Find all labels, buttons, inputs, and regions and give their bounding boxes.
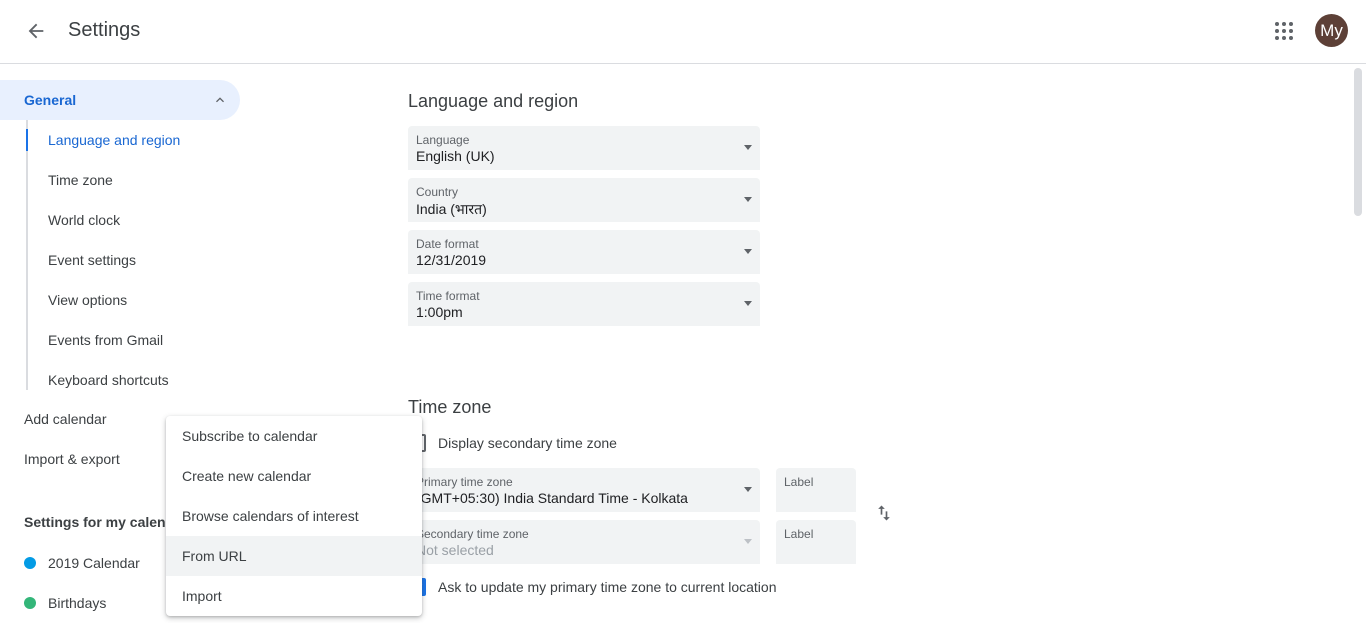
sidebar-item-events-from-gmail[interactable]: Events from Gmail	[48, 320, 163, 360]
general-subnav: Language and region Time zone World cloc…	[26, 120, 246, 390]
checkbox-label: Ask to update my primary time zone to cu…	[438, 579, 777, 595]
scrollbar-thumb[interactable]	[1354, 68, 1362, 216]
dropdown-arrow-icon	[744, 301, 752, 306]
dropdown-arrow-icon	[744, 539, 752, 544]
field-label: Label	[784, 527, 814, 541]
sidebar-item-add-calendar[interactable]: Add calendar	[24, 399, 107, 439]
field-label: Time format	[416, 289, 480, 303]
sidebar-item-world-clock[interactable]: World clock	[48, 200, 120, 240]
field-value: 1:00pm	[416, 304, 463, 320]
calendar-color-dot	[24, 597, 36, 609]
field-value: Not selected	[416, 542, 494, 558]
arrow-back-icon	[28, 23, 44, 39]
sidebar-item-event-settings[interactable]: Event settings	[48, 240, 136, 280]
date-format-select[interactable]: Date format 12/31/2019	[408, 230, 760, 274]
swap-time-zones-button[interactable]	[872, 501, 896, 525]
sidebar-item-view-options[interactable]: View options	[48, 280, 127, 320]
menu-item-subscribe[interactable]: Subscribe to calendar	[166, 416, 422, 456]
field-value: India (भारत)	[416, 201, 487, 217]
sidebar-item-language-region[interactable]: Language and region	[26, 120, 181, 160]
sidebar-item-general[interactable]: General	[0, 80, 240, 120]
dropdown-arrow-icon	[744, 249, 752, 254]
language-select[interactable]: Language English (UK)	[408, 126, 760, 170]
field-label: Date format	[416, 237, 479, 251]
time-format-select[interactable]: Time format 1:00pm	[408, 282, 760, 326]
sidebar-item-import-export[interactable]: Import & export	[24, 439, 120, 479]
menu-item-browse[interactable]: Browse calendars of interest	[166, 496, 422, 536]
dropdown-arrow-icon	[744, 197, 752, 202]
calendar-label: Birthdays	[48, 595, 107, 611]
apps-grid-icon	[1275, 22, 1293, 40]
field-label: Language	[416, 133, 470, 147]
add-calendar-menu: Subscribe to calendar Create new calenda…	[166, 416, 422, 616]
field-value: (GMT+05:30) India Standard Time - Kolkat…	[416, 490, 688, 506]
sidebar-item-calendar[interactable]: 2019 Calendar	[24, 543, 140, 583]
field-label: Secondary time zone	[416, 527, 529, 541]
chevron-up-icon[interactable]	[212, 92, 228, 108]
section-heading-time-zone: Time zone	[408, 397, 492, 417]
dropdown-arrow-icon	[744, 145, 752, 150]
field-value: 12/31/2019	[416, 252, 487, 268]
calendar-color-dot	[24, 557, 36, 569]
account-avatar[interactable]: My	[1315, 14, 1348, 47]
calendar-label: 2019 Calendar	[48, 555, 140, 571]
secondary-tz-label-input[interactable]: Label	[776, 520, 856, 564]
active-indicator	[26, 129, 28, 151]
menu-item-import[interactable]: Import	[166, 576, 422, 616]
primary-time-zone-select[interactable]: Primary time zone (GMT+05:30) India Stan…	[408, 468, 760, 512]
sidebar-item-label: General	[24, 92, 77, 108]
field-label: Primary time zone	[416, 475, 513, 489]
sidebar-item-label: Language and region	[48, 132, 181, 148]
field-value: English (UK)	[416, 148, 495, 164]
secondary-time-zone-select[interactable]: Secondary time zone Not selected	[408, 520, 760, 564]
field-label: Country	[416, 185, 459, 199]
checkbox-label: Display secondary time zone	[438, 435, 617, 451]
dropdown-arrow-icon	[744, 487, 752, 492]
sidebar-item-time-zone[interactable]: Time zone	[48, 160, 113, 200]
swap-vert-icon	[878, 505, 890, 521]
sidebar-item-keyboard-shortcuts[interactable]: Keyboard shortcuts	[48, 360, 169, 400]
page-scrollbar[interactable]	[1352, 64, 1366, 621]
top-app-bar: Settings My	[0, 0, 1366, 64]
display-secondary-tz-row: Display secondary time zone	[408, 431, 617, 455]
page-title: Settings	[68, 19, 141, 41]
country-select[interactable]: Country India (भारत)	[408, 178, 760, 222]
settings-main: Language and region Language English (UK…	[392, 64, 1352, 621]
primary-tz-label-input[interactable]: Label	[776, 468, 856, 512]
section-heading-language-region: Language and region	[408, 91, 579, 111]
back-button[interactable]	[20, 15, 52, 47]
sidebar-item-calendar[interactable]: Birthdays	[24, 583, 106, 623]
field-label: Label	[784, 475, 814, 489]
google-apps-button[interactable]	[1268, 15, 1300, 47]
menu-item-from-url[interactable]: From URL	[166, 536, 422, 576]
ask-update-tz-row: Ask to update my primary time zone to cu…	[408, 575, 776, 599]
menu-item-create-new[interactable]: Create new calendar	[166, 456, 422, 496]
